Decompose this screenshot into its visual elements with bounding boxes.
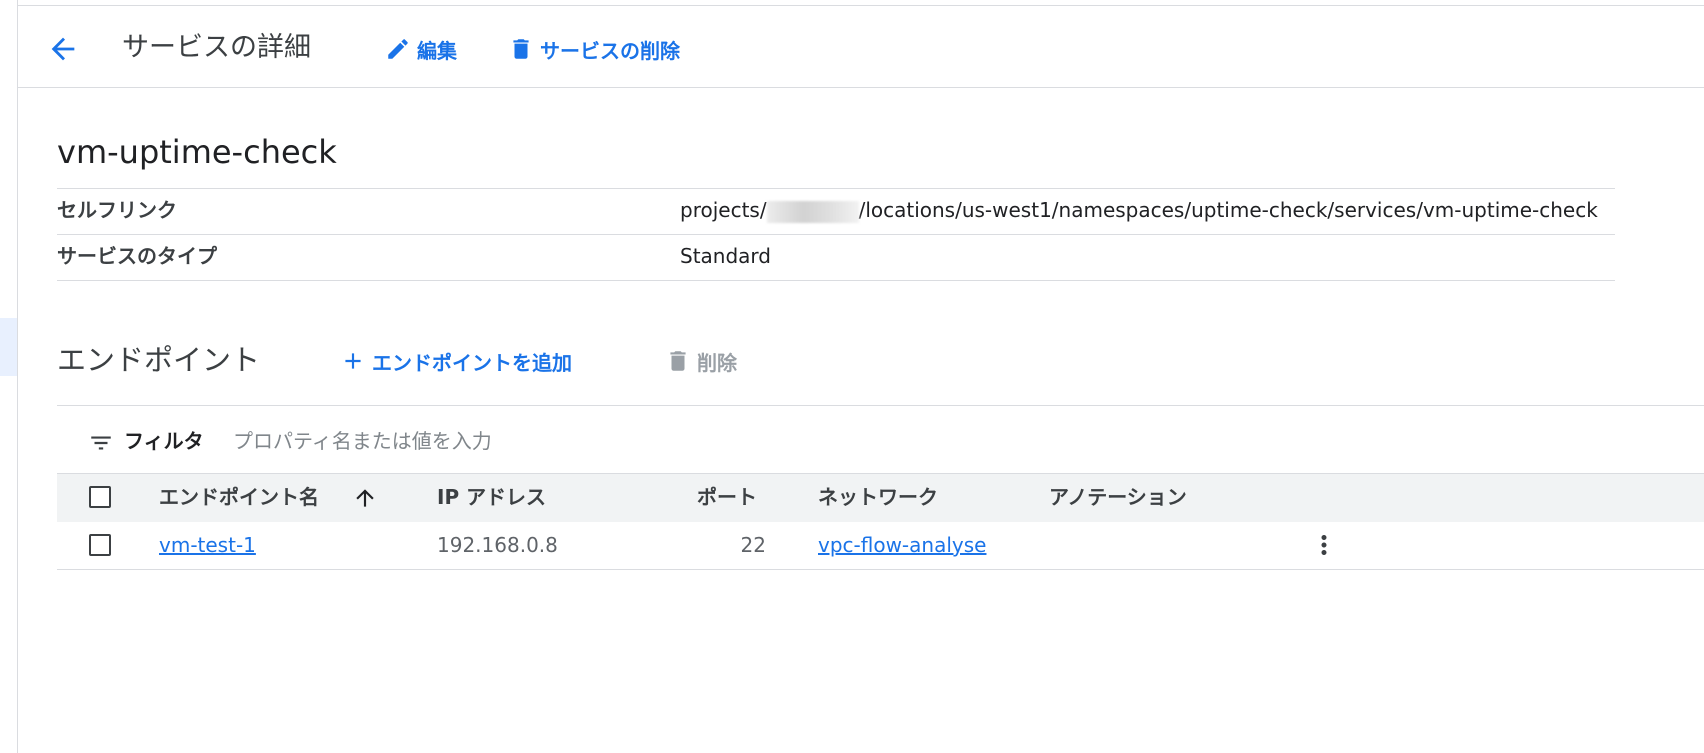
- redacted-project-id: [766, 200, 859, 223]
- add-endpoint-label: エンドポイントを追加: [372, 350, 572, 375]
- self-link-suffix: /locations/us-west1/namespaces/uptime-ch…: [858, 198, 1598, 222]
- left-nav-active-marker[interactable]: [0, 318, 17, 376]
- service-name: vm-uptime-check: [57, 133, 337, 171]
- arrow-up-icon[interactable]: [352, 485, 378, 511]
- detail-key: セルフリンク: [57, 198, 177, 222]
- column-header-annotation[interactable]: アノテーション: [1049, 474, 1187, 520]
- more-vert-icon[interactable]: [1309, 530, 1339, 560]
- delete-endpoint-label: 削除: [697, 350, 737, 375]
- filter-label: フィルタ: [124, 429, 204, 453]
- filter-list-icon: [91, 436, 111, 450]
- table-header: エンドポイント名 IP アドレス ポート ネットワーク アノテーション: [57, 473, 1704, 523]
- column-header-endpoint-name[interactable]: エンドポイント名: [159, 474, 319, 520]
- pencil-icon: [388, 39, 408, 59]
- delete-service-button[interactable]: サービスの削除: [508, 32, 680, 66]
- endpoint-network-link[interactable]: vpc-flow-analyse: [818, 522, 986, 568]
- plus-icon: [345, 353, 361, 369]
- endpoint-name-link[interactable]: vm-test-1: [159, 522, 256, 568]
- detail-row-service-type: サービスのタイプ Standard: [57, 234, 1615, 281]
- filter-input[interactable]: [233, 424, 833, 458]
- trash-icon: [670, 351, 686, 371]
- detail-row-self-link: セルフリンク projects/ /locations/us-west1/name…: [57, 188, 1615, 234]
- filter-bar: フィルタ: [57, 405, 1704, 474]
- endpoints-section-title: エンドポイント: [57, 343, 261, 377]
- select-all-checkbox[interactable]: [89, 486, 111, 508]
- endpoint-port: 22: [740, 533, 766, 557]
- add-endpoint-button[interactable]: エンドポイントを追加: [340, 344, 572, 378]
- edit-button[interactable]: 編集: [385, 32, 457, 66]
- column-header-port[interactable]: ポート: [697, 474, 757, 520]
- endpoint-ip: 192.168.0.8: [437, 533, 558, 557]
- edit-label: 編集: [417, 38, 457, 63]
- column-header-network[interactable]: ネットワーク: [818, 474, 938, 520]
- self-link-prefix: projects/: [680, 198, 767, 222]
- row-checkbox[interactable]: [89, 534, 111, 556]
- arrow-back-icon: [51, 37, 75, 61]
- column-header-ip-address[interactable]: IP アドレス: [437, 474, 546, 520]
- detail-key: サービスのタイプ: [57, 244, 217, 268]
- self-link-value: projects/ /locations/us-west1/namespaces/…: [680, 189, 1598, 232]
- delete-endpoint-button[interactable]: 削除: [665, 344, 737, 378]
- service-type-value: Standard: [680, 244, 771, 268]
- left-nav-rail: [0, 0, 18, 753]
- delete-service-label: サービスの削除: [540, 38, 680, 63]
- page-header: サービスの詳細 編集 サービスの削除: [18, 6, 1704, 88]
- trash-icon: [513, 39, 529, 59]
- service-details-table: セルフリンク projects/ /locations/us-west1/name…: [57, 188, 1615, 281]
- table-row: vm-test-1 192.168.0.8 22 vpc-flow-analys…: [57, 522, 1704, 570]
- page-title: サービスの詳細: [122, 32, 311, 63]
- back-button[interactable]: [46, 32, 80, 66]
